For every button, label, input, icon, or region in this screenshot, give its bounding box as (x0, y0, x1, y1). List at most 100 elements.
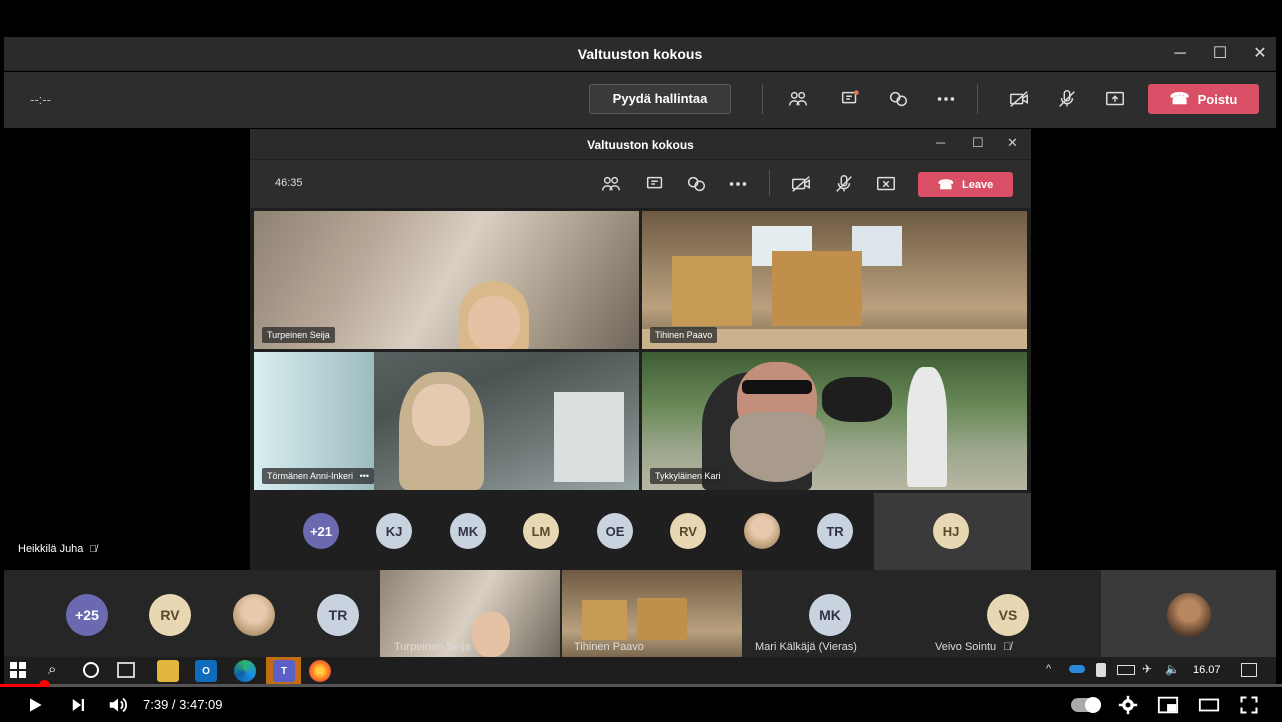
mic-off-icon[interactable] (1052, 84, 1082, 114)
maximize-button[interactable]: ☐ (1207, 43, 1233, 65)
autoplay-toggle[interactable] (1071, 697, 1101, 713)
volume-icon[interactable]: 🔈 (1165, 662, 1180, 676)
participant-name: Törmänen Anni-Inkeri ••• (262, 468, 375, 484)
strip-active-tile[interactable] (1101, 570, 1276, 657)
theater-mode-icon[interactable] (1197, 693, 1221, 717)
play-icon[interactable] (23, 693, 47, 717)
chevron-up-icon[interactable]: ^ (1046, 663, 1051, 675)
background-object (554, 392, 624, 482)
settings-gear-icon[interactable] (1116, 693, 1140, 717)
meeting-timer: --:-- (30, 92, 51, 107)
close-button[interactable]: ✕ (1247, 43, 1273, 65)
participant-strip: +25 RV TR Turpeinen Seija Tihinen Paavo … (4, 570, 1276, 657)
participant-avatar: TR (817, 513, 853, 549)
participant-name: Turpeinen Seija (262, 327, 335, 343)
teams-icon[interactable]: T (273, 660, 295, 682)
self-name: Heikkilä Juha (18, 543, 84, 555)
leave-button-label: Poistu (1197, 91, 1238, 107)
windows-taskbar: ⌕ O T ^ ✈ 🔈 16.07 (4, 657, 1276, 684)
participant-avatar: KJ (376, 513, 412, 549)
wooden-chair (772, 251, 862, 326)
minimize-button[interactable]: ─ (1167, 43, 1193, 65)
inner-minimize-icon: ─ (936, 135, 946, 150)
file-explorer-icon[interactable] (157, 660, 179, 682)
participant-avatar: VS (987, 594, 1029, 636)
inner-leave-label: Leave (962, 178, 994, 191)
participant-name: Tihinen Paavo (650, 327, 718, 343)
mic-muted-icon: 🎙̸ (89, 544, 97, 555)
participants-icon[interactable] (783, 84, 813, 114)
firefox-icon[interactable] (309, 660, 331, 682)
wooden-chair (582, 600, 627, 640)
strip-video-name: Tihinen Paavo (574, 641, 644, 653)
strip-participant-name: Mari Kälkäjä (Vieras) (755, 641, 857, 653)
more-options-icon: ••• (359, 471, 370, 481)
shared-teams-window: Valtuuston kokous ─ ☐ ✕ 46:35 ☎ Leave Tu… (250, 129, 1031, 570)
share-screen-icon[interactable] (1100, 84, 1130, 114)
wooden-chair (672, 256, 752, 326)
chat-icon[interactable] (835, 84, 865, 114)
inner-close-icon: ✕ (1007, 135, 1018, 150)
participant-avatar: MK (809, 594, 851, 636)
participant-name: Tykkyläinen Kari (650, 468, 726, 484)
usb-icon[interactable] (1096, 663, 1106, 677)
battery-icon[interactable] (1117, 665, 1135, 675)
participant-avatar[interactable]: TR (317, 594, 359, 636)
cortana-icon[interactable] (83, 662, 99, 678)
strip-avatar-tile[interactable]: VS Veivo Sointu 🎙̸ (922, 570, 1098, 657)
onedrive-icon[interactable] (1069, 665, 1085, 673)
video-tile: Törmänen Anni-Inkeri ••• (254, 352, 639, 490)
self-name-label: Heikkilä Juha 🎙̸ (18, 543, 97, 555)
participant-name-text: Törmänen Anni-Inkeri (267, 471, 354, 481)
inner-mic-off-icon (829, 169, 859, 199)
volume-icon[interactable] (106, 693, 130, 717)
inner-reactions-icon (681, 169, 711, 199)
inner-divider (769, 170, 770, 196)
taskbar-clock[interactable]: 16.07 (1193, 664, 1221, 676)
participant-beard (730, 412, 825, 482)
strip-video-tile[interactable]: Tihinen Paavo (562, 570, 742, 657)
reactions-icon[interactable] (883, 84, 913, 114)
next-icon[interactable] (66, 693, 90, 717)
participant-avatar: RV (670, 513, 706, 549)
phone-hangup-icon: ☎ (1169, 91, 1190, 108)
miniplayer-icon[interactable] (1156, 693, 1180, 717)
inner-leave-button: ☎ Leave (918, 172, 1013, 197)
autoplay-toggle-knob (1085, 697, 1101, 713)
video-player-controls: 7:39 / 3:47:09 (0, 687, 1282, 722)
camera-off-icon[interactable] (1004, 84, 1034, 114)
request-control-button[interactable]: Pyydä hallintaa (589, 84, 731, 114)
person-background (907, 367, 947, 487)
strip-participant-name-row: Veivo Sointu 🎙̸ (935, 641, 1011, 653)
task-view-icon[interactable] (117, 662, 135, 678)
network-icon[interactable]: ✈ (1142, 662, 1152, 676)
video-tile: Tihinen Paavo (642, 211, 1027, 349)
inner-meeting-toolbar: 46:35 ☎ Leave (250, 160, 1031, 208)
video-time: 7:39 / 3:47:09 (143, 697, 223, 712)
more-options-icon[interactable] (931, 84, 961, 114)
fullscreen-icon[interactable] (1237, 693, 1261, 717)
strip-video-tile[interactable]: Turpeinen Seija (380, 570, 560, 657)
strip-participant-name: Veivo Sointu (935, 641, 997, 653)
participant-avatar[interactable]: RV (149, 594, 191, 636)
windows-start-icon[interactable] (10, 662, 26, 678)
outlook-icon[interactable]: O (195, 660, 217, 682)
participant-photo-avatar (744, 513, 780, 549)
participant-photo-avatar[interactable] (233, 594, 275, 636)
leave-button[interactable]: ☎ Poistu (1148, 84, 1259, 114)
inner-timer: 46:35 (275, 177, 303, 189)
participant-avatar: OE (597, 513, 633, 549)
cow-background (822, 377, 892, 422)
outer-meeting-toolbar: --:-- Pyydä hallintaa ☎ Poistu (4, 72, 1276, 128)
wooden-chair (637, 598, 687, 640)
edge-icon[interactable] (234, 660, 256, 682)
search-icon[interactable]: ⌕ (48, 661, 56, 678)
participant-avatar: HJ (933, 513, 969, 549)
notifications-icon[interactable] (1241, 663, 1257, 677)
active-speaker-cell: HJ (874, 493, 1031, 570)
participant-face (412, 384, 470, 446)
inner-participants-icon (596, 169, 626, 199)
strip-avatar-tile[interactable]: MK Mari Kälkäjä (Vieras) (744, 570, 920, 657)
overflow-count-avatar[interactable]: +25 (66, 594, 108, 636)
toolbar-divider (977, 84, 978, 114)
